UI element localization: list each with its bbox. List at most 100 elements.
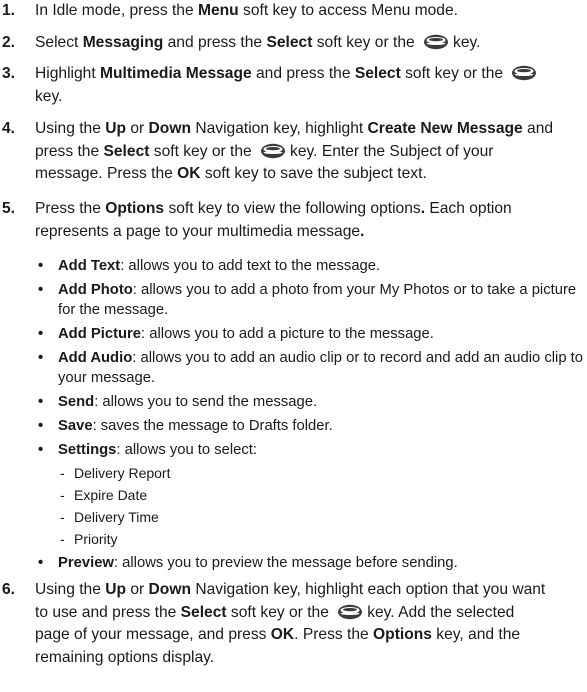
option-add-photo: • Add Photo: allows you to add a photo f…: [38, 281, 584, 320]
step-keyword: .: [360, 222, 365, 240]
step-keyword: Down: [148, 120, 191, 137]
step-1: 1. In Idle mode, press the Menu soft key…: [0, 0, 584, 23]
settings-item: - Expire Date: [60, 486, 147, 506]
step-text: soft key to save the subject text.: [200, 165, 427, 182]
step-text: Press the: [35, 200, 106, 217]
bullet: •: [38, 350, 44, 366]
step-text: soft key to access Menu mode.: [238, 2, 458, 19]
bullet: •: [38, 258, 44, 274]
step-keyword: OK: [177, 165, 201, 182]
dash: -: [60, 487, 65, 503]
step-number: 2.: [2, 34, 16, 51]
step-text: message. Press the: [35, 165, 178, 182]
dash: -: [60, 531, 65, 547]
settings-item: - Priority: [60, 530, 118, 550]
bullet: •: [38, 442, 44, 458]
option-desc: : allows you to add a picture to the mes…: [141, 326, 434, 342]
ok-key-icon: [423, 34, 449, 50]
option-name: Preview: [58, 555, 114, 571]
ok-key-icon: [260, 143, 286, 159]
step-text: Navigation key, highlight: [191, 120, 368, 137]
option-add-audio: • Add Audio: allows you to add an audio …: [38, 349, 584, 388]
step-3: 3. Highlight Multimedia Message and pres…: [0, 63, 584, 108]
dash: -: [60, 509, 65, 525]
option-desc: your message.: [58, 369, 156, 386]
option-save: • Save: saves the message to Drafts fold…: [38, 417, 584, 437]
step-text: In Idle mode, press the: [35, 2, 198, 19]
option-name: Add Picture: [58, 326, 142, 342]
step-number: 5.: [2, 200, 16, 217]
dash: -: [60, 465, 65, 481]
step-keyword: Multimedia Message: [100, 65, 252, 82]
bullet: •: [38, 555, 44, 571]
step-text: and: [522, 120, 554, 137]
option-desc: : allows you to preview the message befo…: [113, 555, 458, 571]
option-add-picture: • Add Picture: allows you to add a pictu…: [38, 325, 584, 345]
option-desc: : allows you to add a photo from your My…: [132, 282, 577, 298]
option-desc: : allows you to send the message.: [94, 394, 318, 410]
step-text: to use and press the: [35, 603, 181, 621]
settings-item-label: Delivery Time: [74, 509, 159, 525]
bullet: •: [38, 394, 44, 410]
step-text: remaining options display.: [35, 648, 215, 666]
step-keyword: Select: [354, 65, 401, 82]
step-number: 1.: [2, 2, 16, 19]
option-desc: : allows you to add text to the message.: [120, 258, 381, 274]
step-text: Using the: [35, 120, 106, 137]
step-keyword: Options: [373, 626, 432, 643]
step-text: key. Add the selected: [367, 603, 515, 621]
option-desc: : allows you to select:: [116, 442, 258, 458]
step-text: and press the: [163, 34, 267, 51]
bullet: •: [38, 326, 44, 342]
step-keyword: Options: [105, 200, 165, 217]
ok-key-icon: [337, 604, 363, 620]
step-keyword: Menu: [197, 2, 239, 19]
step-keyword: Up: [105, 120, 127, 137]
step-text: and press the: [251, 65, 355, 82]
step-number: 6.: [2, 581, 16, 598]
step-keyword: Up: [105, 581, 127, 598]
step-text: or: [126, 581, 149, 598]
step-text: soft key or the: [312, 34, 420, 51]
option-name: Settings: [58, 442, 117, 458]
step-text: press the: [35, 142, 104, 160]
step-text: key.: [453, 34, 481, 51]
step-2: 2. Select Messaging and press the Select…: [0, 32, 584, 55]
step-number: 3.: [2, 65, 16, 82]
option-send: • Send: allows you to send the message.: [38, 393, 584, 413]
option-name: Add Text: [58, 258, 121, 274]
option-desc: : saves the message to Drafts folder.: [92, 418, 333, 434]
step-text: key.: [35, 87, 63, 105]
step-text: Navigation key, highlight each option th…: [191, 581, 546, 598]
step-4: 4. Using the Up or Down Navigation key, …: [0, 118, 584, 186]
option-settings: • Settings: allows you to select:: [38, 441, 584, 461]
step-text: . Press the: [294, 626, 374, 643]
step-keyword: Select: [103, 142, 150, 160]
option-name: Add Photo: [58, 282, 133, 298]
step-keyword: Down: [148, 581, 191, 598]
bullet: •: [38, 418, 44, 434]
step-5: 5. Press the Options soft key to view th…: [0, 198, 584, 243]
step-keyword: Messaging: [82, 34, 164, 51]
option-desc: : allows you to add an audio clip or to …: [132, 350, 584, 366]
bullet: •: [38, 282, 44, 298]
settings-item-label: Expire Date: [74, 487, 148, 503]
step-keyword: Select: [180, 603, 227, 621]
step-text: represents a page to your multimedia mes…: [35, 222, 361, 240]
step-keyword: Select: [266, 34, 313, 51]
step-text: or: [126, 120, 149, 137]
step-text: soft key to view the following options: [164, 200, 421, 217]
step-text: key, and the: [431, 626, 521, 643]
step-keyword: Create New Message: [367, 120, 523, 137]
option-name: Send: [58, 394, 95, 410]
step-text: soft key or the: [226, 603, 334, 621]
ok-key-icon: [511, 65, 537, 81]
step-text: page of your message, and press: [35, 626, 271, 643]
step-6: 6. Using the Up or Down Navigation key, …: [0, 579, 584, 669]
step-text: key. Enter the Subject of your: [290, 142, 494, 160]
settings-item: - Delivery Time: [60, 508, 159, 528]
step-keyword: OK: [270, 626, 295, 643]
option-name: Add Audio: [58, 350, 133, 366]
option-preview: • Preview: allows you to preview the mes…: [38, 554, 584, 574]
option-add-text: • Add Text: allows you to add text to th…: [38, 257, 584, 277]
